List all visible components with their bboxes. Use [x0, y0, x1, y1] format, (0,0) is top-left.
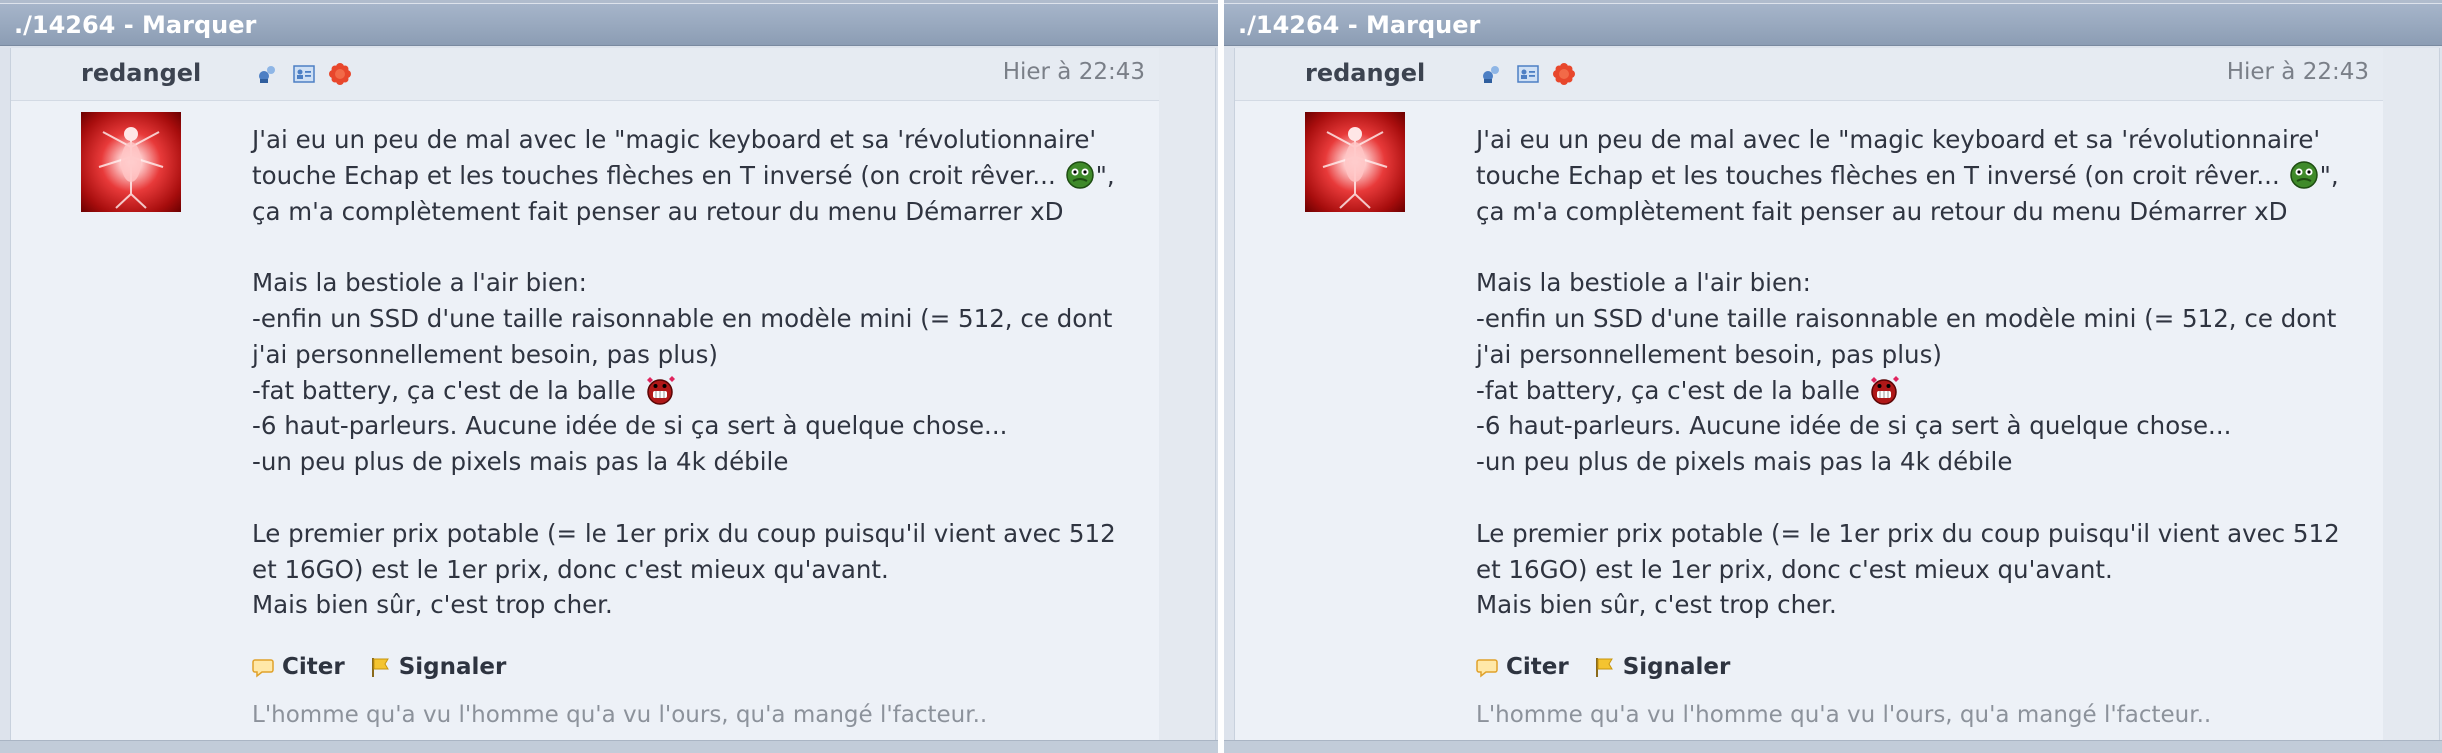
post-line: Le premier prix potable (= le 1er prix d… [1476, 518, 2340, 584]
post-line: Le premier prix potable (= le 1er prix d… [252, 518, 1116, 584]
post-line: -enfin un SSD d'une taille raisonnable e… [1476, 303, 2337, 369]
post-line: -un peu plus de pixels mais pas la 4k dé… [1476, 447, 2013, 477]
bottom-divider [1224, 740, 2442, 753]
report-label: Signaler [1622, 654, 1731, 680]
forum-post-panel: ./14264 - Marquer redangel Hier à 22:43 [1224, 0, 2442, 753]
post-line: -enfin un SSD d'une taille raisonnable e… [252, 303, 1113, 369]
top-divider [1224, 0, 2442, 3]
signature: L'homme qu'a vu l'homme qu'a vu l'ours, … [252, 702, 988, 728]
avatar[interactable] [1305, 112, 1405, 212]
post-header: redangel Hier à 22:43 [1235, 48, 2383, 101]
post-paragraph: -fat battery, ça c'est de la balle [1476, 373, 2356, 409]
profile-icon[interactable] [1481, 63, 1503, 85]
post-line: Mais bien sûr, c'est trop cher. [1476, 590, 1837, 620]
post-side-column [2383, 48, 2440, 740]
profile-icon[interactable] [257, 63, 279, 85]
sick-smiley-icon [1064, 160, 1096, 190]
post-actions: Citer Signaler [252, 654, 506, 680]
contact-card-icon[interactable] [1517, 63, 1539, 85]
quote-button[interactable]: Citer [252, 654, 345, 680]
post-paragraph: -fat battery, ça c'est de la balle [252, 373, 1132, 409]
post-text: J'ai eu un peu de mal avec le "magic key… [252, 125, 1097, 190]
quote-label: Citer [282, 654, 345, 680]
post-content: J'ai eu un peu de mal avec le "magic key… [1476, 122, 2356, 623]
header-icons [257, 63, 351, 85]
love-smiley-icon [1868, 375, 1900, 405]
topic-title-bar[interactable]: ./14264 - Marquer [0, 4, 1218, 46]
post-actions: Citer Signaler [1476, 654, 1730, 680]
post-line: Mais la bestiole a l'air bien: [1476, 268, 1811, 298]
post-line: Mais la bestiole a l'air bien: [252, 268, 587, 298]
avatar[interactable] [81, 112, 181, 212]
post-paragraph: J'ai eu un peu de mal avec le "magic key… [252, 122, 1132, 229]
status-flower-icon [329, 63, 351, 85]
post-line: -6 haut-parleurs. Aucune idée de si ça s… [1476, 411, 2232, 441]
sick-smiley-icon [2288, 160, 2320, 190]
post-header: redangel Hier à 22:43 [11, 48, 1159, 101]
flag-icon [1595, 658, 1613, 677]
love-smiley-icon [644, 375, 676, 405]
bottom-divider [0, 740, 1218, 753]
post-body: redangel Hier à 22:43 J'ai eu un peu de … [1234, 48, 2384, 740]
post-line: -un peu plus de pixels mais pas la 4k dé… [252, 447, 789, 477]
flag-icon [371, 658, 389, 677]
post-text: -fat battery, ça c'est de la balle [1476, 375, 1868, 405]
status-flower-icon [1553, 63, 1575, 85]
header-icons [1481, 63, 1575, 85]
speech-bubble-icon [1476, 659, 1498, 678]
report-button[interactable]: Signaler [369, 654, 507, 680]
post-date[interactable]: Hier à 22:43 [2227, 59, 2369, 85]
speech-bubble-icon [252, 659, 274, 678]
quote-button[interactable]: Citer [1476, 654, 1569, 680]
signature: L'homme qu'a vu l'homme qu'a vu l'ours, … [1476, 702, 2212, 728]
post-text: J'ai eu un peu de mal avec le "magic key… [1476, 125, 2321, 190]
contact-card-icon[interactable] [293, 63, 315, 85]
post-paragraph: J'ai eu un peu de mal avec le "magic key… [1476, 122, 2356, 229]
post-line: -6 haut-parleurs. Aucune idée de si ça s… [252, 411, 1008, 441]
post-text: -fat battery, ça c'est de la balle [252, 375, 644, 405]
top-divider [0, 0, 1218, 3]
post-body: redangel Hier à 22:43 J'ai eu un peu de … [10, 48, 1160, 740]
post-date[interactable]: Hier à 22:43 [1003, 59, 1145, 85]
username-link[interactable]: redangel [1305, 59, 1425, 87]
report-label: Signaler [398, 654, 507, 680]
quote-label: Citer [1506, 654, 1569, 680]
post-side-column [1159, 48, 1216, 740]
forum-post-panel: ./14264 - Marquer redangel Hier à 22:43 [0, 0, 1218, 753]
report-button[interactable]: Signaler [1593, 654, 1731, 680]
username-link[interactable]: redangel [81, 59, 201, 87]
post-line: Mais bien sûr, c'est trop cher. [252, 590, 613, 620]
topic-title-bar[interactable]: ./14264 - Marquer [1224, 4, 2442, 46]
post-content: J'ai eu un peu de mal avec le "magic key… [252, 122, 1132, 623]
